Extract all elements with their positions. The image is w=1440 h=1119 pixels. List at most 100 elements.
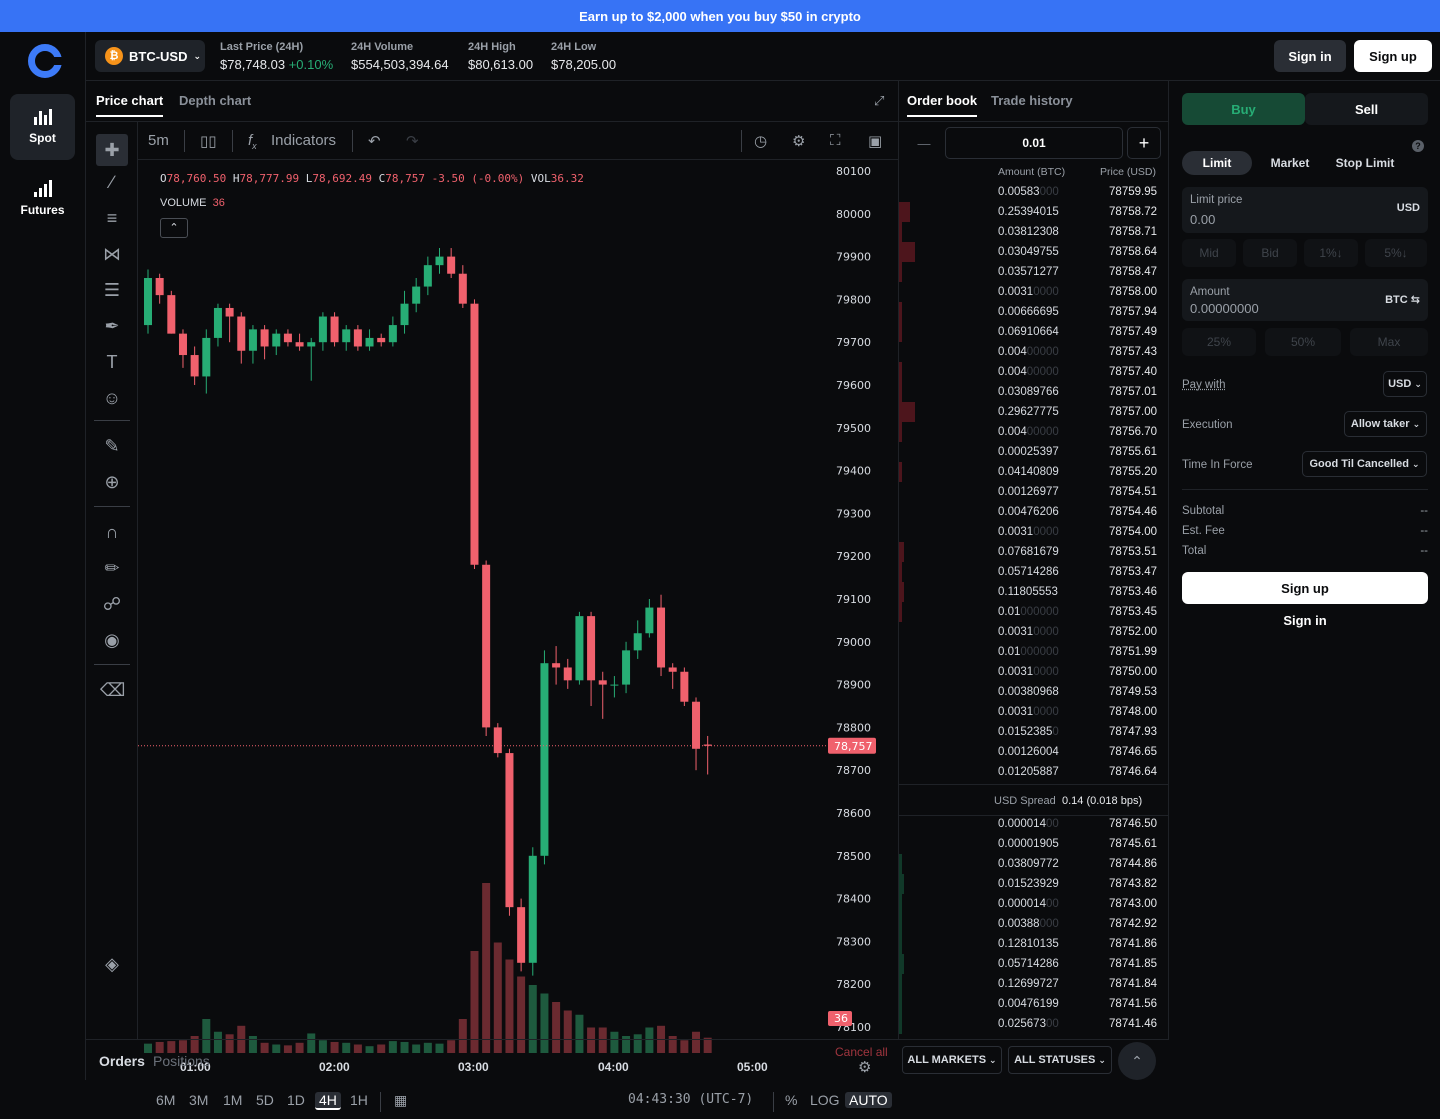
- zoom-in-icon[interactable]: ⊕: [100, 470, 124, 494]
- chip-50pct[interactable]: 50%: [1265, 328, 1341, 356]
- crosshair-icon[interactable]: ✚: [96, 134, 128, 166]
- step-value[interactable]: 0.01: [945, 127, 1123, 159]
- ask-row[interactable]: 0.00310000 78752.00: [899, 622, 1169, 642]
- ask-row[interactable]: 0.00380968 78749.53: [899, 682, 1169, 702]
- ask-row[interactable]: 0.11805553 78753.46: [899, 582, 1169, 602]
- range-4h[interactable]: 4H: [315, 1092, 341, 1110]
- expand-icon[interactable]: ⤢: [874, 93, 884, 109]
- ask-row[interactable]: 0.00310000 78758.00: [899, 282, 1169, 302]
- ask-row[interactable]: 0.01205887 78746.64: [899, 762, 1169, 782]
- ask-row[interactable]: 0.03571277 78758.47: [899, 262, 1169, 282]
- ask-row[interactable]: 0.01523850 78747.93: [899, 722, 1169, 742]
- trash-icon[interactable]: ⌫: [100, 678, 125, 702]
- chip-25pct[interactable]: 25%: [1182, 328, 1256, 356]
- amount-unit-toggle[interactable]: BTC ⇆: [1385, 293, 1420, 306]
- ask-row[interactable]: 0.00666695 78757.94: [899, 302, 1169, 322]
- buy-tab[interactable]: Buy: [1182, 93, 1305, 125]
- date-range-icon[interactable]: ▦: [394, 1092, 407, 1109]
- interval-selector[interactable]: 5m: [148, 132, 169, 149]
- decrease-step-button[interactable]: —: [907, 127, 941, 159]
- ask-row[interactable]: 0.01000000 78753.45: [899, 602, 1169, 622]
- range-5d[interactable]: 5D: [256, 1092, 274, 1108]
- ask-row[interactable]: 0.07681679 78753.51: [899, 542, 1169, 562]
- auto-scale-button[interactable]: AUTO: [845, 1092, 892, 1108]
- range-1m[interactable]: 1M: [223, 1092, 242, 1108]
- order-type-limit[interactable]: Limit: [1182, 151, 1252, 175]
- ask-row[interactable]: 0.05714286 78753.47: [899, 562, 1169, 582]
- indicators-button[interactable]: Indicators: [271, 132, 336, 149]
- ask-row[interactable]: 0.29627775 78757.00: [899, 402, 1169, 422]
- range-3m[interactable]: 3M: [189, 1092, 208, 1108]
- ask-row[interactable]: 0.03049755 78758.64: [899, 242, 1169, 262]
- tab-depth-chart[interactable]: Depth chart: [179, 93, 251, 108]
- ask-row[interactable]: 0.06910664 78757.49: [899, 322, 1169, 342]
- candle-type-icon[interactable]: ▯▯: [200, 132, 217, 150]
- tab-orders[interactable]: Orders: [99, 1053, 145, 1069]
- pay-with-dropdown[interactable]: USD ⌄: [1383, 371, 1427, 397]
- ask-row[interactable]: 0.00476206 78754.46: [899, 502, 1169, 522]
- percent-scale-button[interactable]: %: [785, 1092, 797, 1108]
- bid-row[interactable]: 0.12810135 78741.86: [899, 934, 1169, 954]
- ask-row[interactable]: 0.00025397 78755.61: [899, 442, 1169, 462]
- pattern-icon[interactable]: ⋈: [100, 242, 124, 266]
- ask-row[interactable]: 0.04140809 78755.20: [899, 462, 1169, 482]
- ask-row[interactable]: 0.03089766 78757.01: [899, 382, 1169, 402]
- ask-row[interactable]: 0.00583000 78759.95: [899, 182, 1169, 202]
- nav-futures[interactable]: Futures: [10, 166, 75, 232]
- ask-row[interactable]: 0.25394015 78758.72: [899, 202, 1169, 222]
- time-in-force-dropdown[interactable]: Good Til Cancelled ⌄: [1302, 451, 1427, 477]
- chip-1pct-down[interactable]: 1%↓: [1304, 239, 1358, 267]
- tab-order-book[interactable]: Order book: [907, 93, 978, 117]
- range-1h[interactable]: 1H: [350, 1092, 368, 1108]
- ask-row[interactable]: 0.00310000 78748.00: [899, 702, 1169, 722]
- tab-price-chart[interactable]: Price chart: [96, 93, 164, 117]
- bid-row[interactable]: 0.01523929 78743.82: [899, 874, 1169, 894]
- cancel-all-button[interactable]: Cancel all: [835, 1045, 888, 1059]
- promo-banner[interactable]: Earn up to $2,000 when you buy $50 in cr…: [0, 0, 1440, 32]
- order-type-stop-limit[interactable]: Stop Limit: [1329, 151, 1401, 175]
- bid-row[interactable]: 0.00388000 78742.92: [899, 914, 1169, 934]
- log-scale-button[interactable]: LOG: [810, 1092, 840, 1108]
- sell-tab[interactable]: Sell: [1305, 93, 1428, 125]
- ask-row[interactable]: 0.00310000 78754.00: [899, 522, 1169, 542]
- ask-row[interactable]: 0.00126004 78746.65: [899, 742, 1169, 762]
- horizontal-lines-icon[interactable]: ≡: [100, 206, 124, 230]
- camera-icon[interactable]: ▣: [868, 132, 882, 150]
- indicators-icon[interactable]: fx: [248, 132, 257, 151]
- bid-row[interactable]: 0.00476199 78741.56: [899, 994, 1169, 1014]
- range-6m[interactable]: 6M: [156, 1092, 175, 1108]
- chip-mid[interactable]: Mid: [1182, 239, 1236, 267]
- ask-row[interactable]: 0.00400000 78756.70: [899, 422, 1169, 442]
- bid-row[interactable]: 0.12699727 78741.84: [899, 974, 1169, 994]
- range-1d[interactable]: 1D: [287, 1092, 305, 1108]
- sign-up-button[interactable]: Sign up: [1354, 40, 1432, 72]
- expand-orders-icon[interactable]: ⌃: [1118, 1042, 1156, 1080]
- bid-row[interactable]: 0.05714286 78741.85: [899, 954, 1169, 974]
- chip-5pct-down[interactable]: 5%↓: [1365, 239, 1427, 267]
- increase-step-button[interactable]: +: [1127, 127, 1161, 159]
- collapse-legend-button[interactable]: ⌃: [160, 218, 188, 238]
- limit-price-field[interactable]: Limit price 0.00 USD: [1182, 187, 1428, 233]
- ask-row[interactable]: 0.00400000 78757.40: [899, 362, 1169, 382]
- bid-row[interactable]: 0.03809772 78744.86: [899, 854, 1169, 874]
- trend-line-icon[interactable]: ∕: [100, 170, 124, 194]
- sign-in-link[interactable]: Sign in: [1182, 613, 1428, 631]
- ask-row[interactable]: 0.01000000 78751.99: [899, 642, 1169, 662]
- fib-icon[interactable]: ☰: [100, 278, 124, 302]
- execution-dropdown[interactable]: Allow taker ⌄: [1344, 411, 1427, 437]
- ask-row[interactable]: 0.00310000 78750.00: [899, 662, 1169, 682]
- statuses-filter[interactable]: ALL STATUSES ⌄: [1008, 1046, 1112, 1074]
- lock-drawing-icon[interactable]: ✏: [100, 556, 124, 580]
- order-type-market[interactable]: Market: [1255, 151, 1325, 175]
- ask-row[interactable]: 0.00400000 78757.43: [899, 342, 1169, 362]
- price-chart-plot[interactable]: 80100 80000 79900 79800 79700 79600 79500 79400…: [138, 160, 899, 1054]
- layers-icon[interactable]: ◈: [100, 952, 124, 976]
- chip-max[interactable]: Max: [1350, 328, 1428, 356]
- info-icon[interactable]: ?: [1412, 140, 1424, 152]
- pair-selector[interactable]: ₿ BTC-USD ⌄: [95, 40, 205, 72]
- bid-row[interactable]: 0.00001400 78746.50: [899, 814, 1169, 834]
- markets-filter[interactable]: ALL MARKETS ⌄: [902, 1046, 1002, 1074]
- tab-trade-history[interactable]: Trade history: [991, 93, 1073, 108]
- nav-spot[interactable]: Spot: [10, 94, 75, 160]
- settings-icon[interactable]: ⚙: [792, 132, 805, 150]
